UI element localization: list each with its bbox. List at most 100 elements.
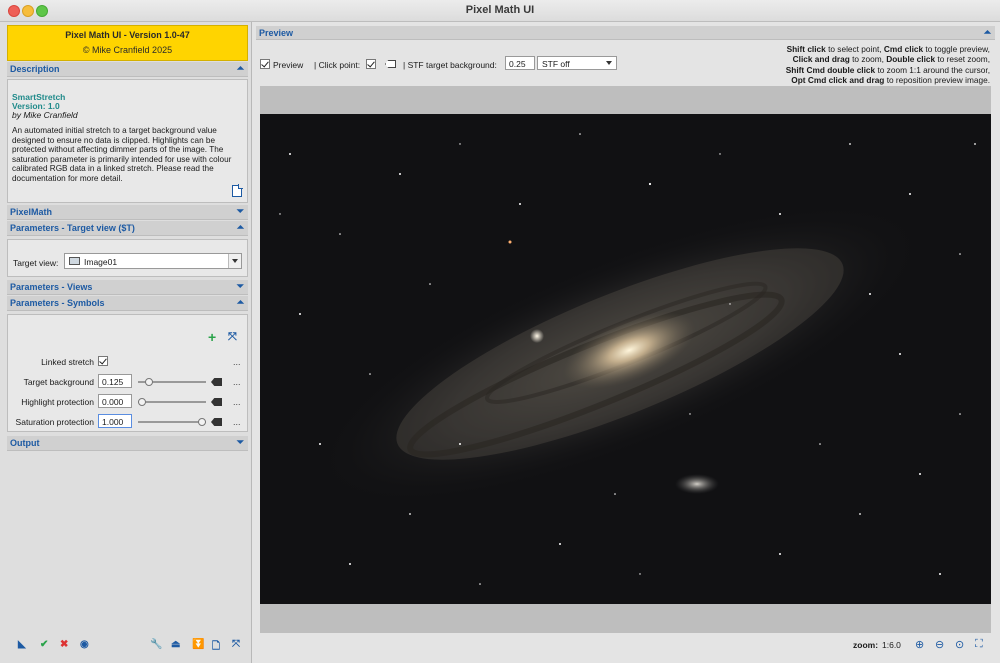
preview-help-text: Shift click to select point, Cmd click t… <box>750 44 990 85</box>
help-text: to zoom 1:1 around the cursor, <box>875 64 990 75</box>
slider-knob[interactable] <box>198 418 206 426</box>
target-background-slider[interactable] <box>138 378 206 386</box>
expand-down-icon[interactable]: ⏷ <box>237 206 244 217</box>
section-target-view-header[interactable]: Parameters - Target view ($T) ⏶ <box>7 221 248 236</box>
target-background-label: Target background <box>23 377 94 387</box>
slider-knob[interactable] <box>145 378 154 386</box>
execute-icon[interactable]: ✔ <box>40 639 48 650</box>
help-key: Shift Cmd double click <box>785 64 876 75</box>
section-label: Output <box>10 438 40 448</box>
stf-background-input[interactable]: 0.25 <box>505 56 535 70</box>
highlight-protection-label: Highlight protection <box>21 397 94 407</box>
stf-mode-select[interactable]: STF off <box>537 56 617 70</box>
add-symbol-icon[interactable]: + <box>208 330 216 344</box>
target-view-label: Target view: <box>13 258 59 268</box>
zoom-out-icon[interactable]: ⊖ <box>935 638 944 651</box>
stf-background-label: | STF target background: <box>403 60 497 70</box>
target-view-value: Image01 <box>84 257 118 267</box>
help-key: Click and drag <box>792 54 850 65</box>
left-panel: Pixel Math UI - Version 1.0-47 © Mike Cr… <box>0 22 252 663</box>
collapse-up-icon[interactable]: ⏶ <box>237 222 244 233</box>
global-execute-icon[interactable]: ◉ <box>80 639 89 650</box>
reset-icon[interactable]: ⤧ <box>232 639 240 650</box>
help-text: to toggle preview, <box>923 44 990 54</box>
galaxy-image <box>260 114 991 604</box>
section-preview-header[interactable]: Preview ⏶ <box>256 26 995 40</box>
section-views-header[interactable]: Parameters - Views ⏷ <box>7 280 248 295</box>
window-title: Pixel Math UI <box>465 4 535 16</box>
click-point-label: | Click point: <box>314 60 361 70</box>
zoom-controls: zoom: 1:6.0 ⊕ ⊖ ⊙ ⛶ <box>853 638 993 652</box>
section-symbols-header[interactable]: Parameters - Symbols ⏶ <box>7 296 248 311</box>
clear-icon[interactable] <box>211 378 222 386</box>
collapse-up-icon[interactable]: ⏶ <box>237 297 244 308</box>
help-text: to reset zoom, <box>935 54 990 65</box>
zoom-in-icon[interactable]: ⊕ <box>915 638 924 651</box>
saturation-protection-label: Saturation protection <box>15 417 94 427</box>
banner-title: Pixel Math UI - Version 1.0-47 <box>65 30 190 40</box>
click-point-checkbox[interactable] <box>366 59 376 69</box>
banner-copyright: © Mike Cranfield 2025 <box>82 45 173 55</box>
section-description-header[interactable]: Description ⏶ <box>7 62 248 77</box>
document-icon[interactable] <box>232 184 243 197</box>
preview-checkbox[interactable] <box>260 59 270 69</box>
description-text: An automated initial stretch to a target… <box>12 126 232 183</box>
help-key: Opt Cmd click and drag <box>791 74 885 85</box>
zoom-1-1-icon[interactable]: ⊙ <box>955 638 964 651</box>
preview-image[interactable] <box>260 114 991 604</box>
collapse-all-icon[interactable]: ⏏ <box>171 639 180 650</box>
linked-stretch-more-button[interactable]: ... <box>233 357 241 367</box>
zoom-value: 1:6.0 <box>882 640 901 650</box>
description-box: SmartStretch Version: 1.0 by Mike Cranfi… <box>7 79 248 203</box>
expand-down-icon[interactable]: ⏷ <box>237 281 244 292</box>
preview-label: Preview <box>273 60 304 70</box>
clear-icon[interactable] <box>211 418 222 426</box>
clear-icon[interactable] <box>211 398 222 406</box>
slider-knob[interactable] <box>138 398 146 406</box>
saturation-protection-slider[interactable] <box>138 418 206 426</box>
section-pixelmath-header[interactable]: PixelMath ⏷ <box>7 205 248 220</box>
linked-stretch-label: Linked stretch <box>41 357 94 367</box>
preview-panel: Preview ⏶ Preview | Click point: | STF t… <box>253 22 1000 663</box>
collapse-up-icon[interactable]: ⏶ <box>984 27 991 38</box>
chevron-down-icon[interactable] <box>228 254 241 268</box>
target-background-input[interactable]: 0.125 <box>98 374 132 388</box>
collapse-up-icon[interactable]: ⏶ <box>237 63 244 74</box>
highlight-protection-input[interactable]: 0.000 <box>98 394 132 408</box>
section-label: Parameters - Target view ($T) <box>10 223 135 233</box>
section-output-header[interactable]: Output ⏷ <box>7 436 248 451</box>
expand-all-icon[interactable]: ⏬ <box>192 639 204 650</box>
target-view-select[interactable]: Image01 <box>64 253 242 269</box>
clear-point-icon[interactable] <box>385 60 396 68</box>
expand-down-icon[interactable]: ⏷ <box>237 437 244 448</box>
help-key: Shift click <box>786 44 826 54</box>
zoom-fit-icon[interactable]: ⛶ <box>975 638 983 651</box>
highlight-protection-more-button[interactable]: ... <box>233 397 241 407</box>
section-label: Parameters - Symbols <box>10 298 105 308</box>
document-icon[interactable]: 🗋 <box>212 639 220 656</box>
saturation-protection-input[interactable]: 1.000 <box>98 414 132 428</box>
title-bar: Pixel Math UI <box>0 0 1000 22</box>
cancel-icon[interactable]: ✖ <box>60 639 68 650</box>
target-view-box: Target view: Image01 <box>7 239 248 277</box>
help-text: to reposition preview image. <box>884 74 990 85</box>
zoom-label: zoom: <box>853 640 879 650</box>
wrench-icon[interactable]: 🔧 <box>150 639 162 650</box>
section-label: PixelMath <box>10 207 53 217</box>
new-instance-icon[interactable]: ◣ <box>18 639 26 650</box>
linked-stretch-checkbox[interactable] <box>98 356 108 366</box>
target-background-more-button[interactable]: ... <box>233 377 241 387</box>
help-text: to select point, <box>825 44 884 54</box>
script-author: by Mike Cranfield <box>12 110 78 120</box>
saturation-protection-more-button[interactable]: ... <box>233 417 241 427</box>
highlight-protection-slider[interactable] <box>138 398 206 406</box>
section-label: Description <box>10 64 60 74</box>
preview-viewport[interactable] <box>260 86 991 633</box>
help-text: to zoom, <box>849 54 887 65</box>
section-label: Preview <box>259 28 294 38</box>
symbols-box: + ⤧ Linked stretch ... Target background… <box>7 314 248 432</box>
image-view-icon <box>69 257 80 265</box>
reset-symbols-icon[interactable]: ⤧ <box>228 331 237 343</box>
bottom-toolbar: ◣ ✔ ✖ ◉ 🔧 ⏏ ⏬ 🗋 ⤧ <box>0 639 252 653</box>
section-label: Parameters - Views <box>10 282 93 292</box>
